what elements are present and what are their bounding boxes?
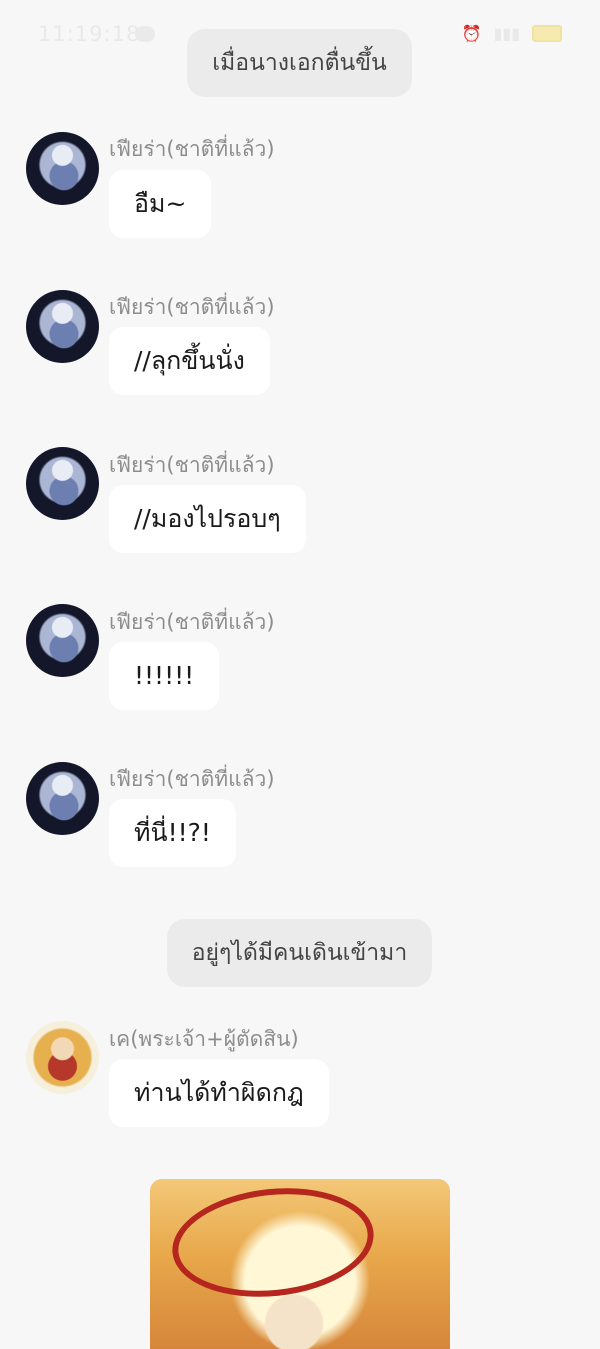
message-bubble[interactable]: อืม~ bbox=[109, 170, 212, 238]
battery-icon bbox=[532, 25, 562, 42]
status-icons: ⏰ ▮▮▮ bbox=[462, 24, 562, 43]
message-bubble[interactable]: //มองไปรอบๆ bbox=[109, 485, 306, 553]
alarm-icon: ⏰ bbox=[461, 24, 482, 43]
signal-icon: ▮▮▮ bbox=[493, 24, 520, 43]
message-bubble[interactable]: !!!!!! bbox=[109, 642, 220, 710]
avatar[interactable] bbox=[26, 290, 99, 363]
sender-name: เฟียร่า(ชาติที่แล้ว) bbox=[109, 295, 275, 319]
sender-name: เฟียร่า(ชาติที่แล้ว) bbox=[109, 610, 275, 634]
sender-name: เค(พระเจ้า+ผู้ตัดสิน) bbox=[109, 1027, 299, 1051]
avatar[interactable] bbox=[26, 762, 99, 835]
sender-name: เฟียร่า(ชาติที่แล้ว) bbox=[109, 453, 275, 477]
system-message: เมื่อนางเอกตื่นขึ้น bbox=[187, 29, 412, 97]
image-message[interactable] bbox=[150, 1179, 450, 1349]
message-bubble[interactable]: ที่นี่!!?! bbox=[109, 799, 236, 867]
message-bubble[interactable]: ท่านได้ทำผิดกฎ bbox=[109, 1059, 329, 1127]
avatar[interactable] bbox=[26, 604, 99, 677]
sender-name: เฟียร่า(ชาติที่แล้ว) bbox=[109, 767, 275, 791]
message-bubble[interactable]: //ลุกขึ้นนั่ง bbox=[109, 327, 270, 395]
avatar[interactable] bbox=[26, 1021, 99, 1094]
chat-bubble-icon bbox=[135, 26, 155, 42]
status-time: 11:19:18 bbox=[38, 22, 141, 46]
avatar[interactable] bbox=[26, 447, 99, 520]
avatar[interactable] bbox=[26, 132, 99, 205]
sender-name: เฟียร่า(ชาติที่แล้ว) bbox=[109, 137, 275, 161]
illustration-ring bbox=[166, 1179, 380, 1307]
system-message: อยู่ๆได้มีคนเดินเข้ามา bbox=[167, 919, 432, 987]
